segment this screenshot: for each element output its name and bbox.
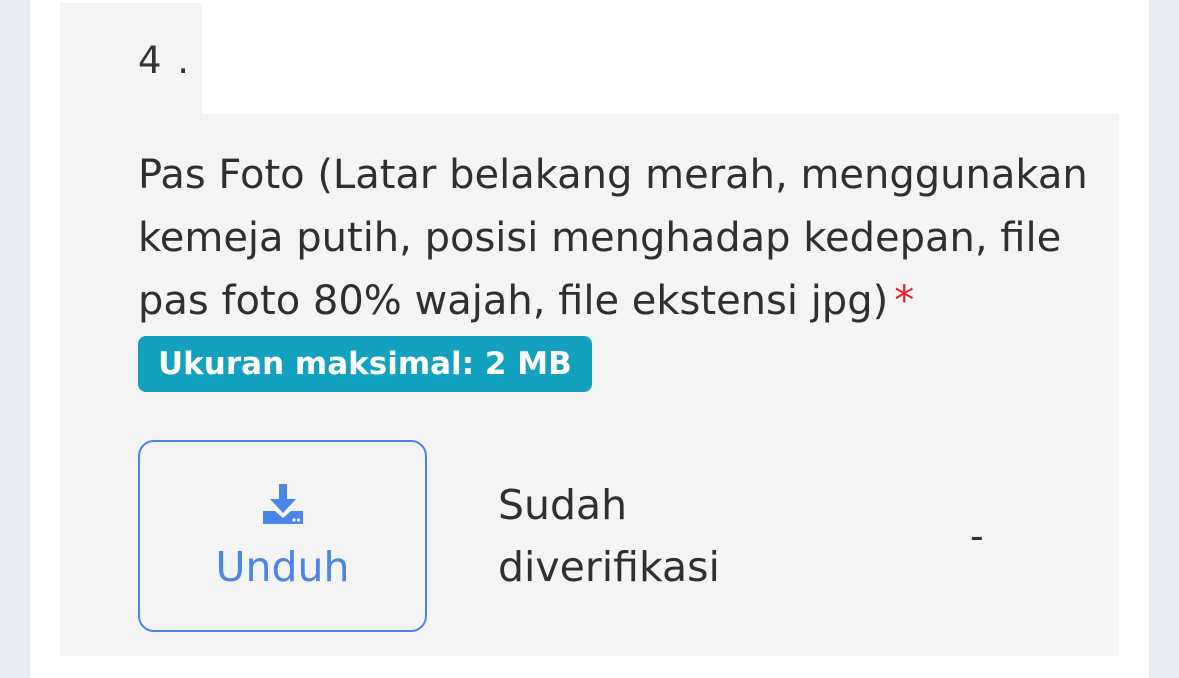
download-button[interactable]: Unduh (138, 440, 427, 632)
note-value: - (970, 514, 984, 558)
max-size-badge: Ukuran maksimal: 2 MB (138, 336, 592, 392)
verification-status: Sudah diverifikasi (498, 481, 720, 591)
document-title-text: Pas Foto (Latar belakang merah, mengguna… (138, 152, 1088, 324)
document-card: 4 . Pas Foto (Latar belakang merah, meng… (30, 0, 1149, 678)
required-marker: * (894, 278, 915, 324)
document-panel: Pas Foto (Latar belakang merah, mengguna… (60, 114, 1119, 656)
item-number: 4 . (138, 39, 192, 82)
download-label: Unduh (215, 543, 350, 591)
download-icon (263, 484, 303, 524)
item-number-tab: 4 . (60, 3, 202, 115)
document-title: Pas Foto (Latar belakang merah, mengguna… (138, 144, 1098, 333)
